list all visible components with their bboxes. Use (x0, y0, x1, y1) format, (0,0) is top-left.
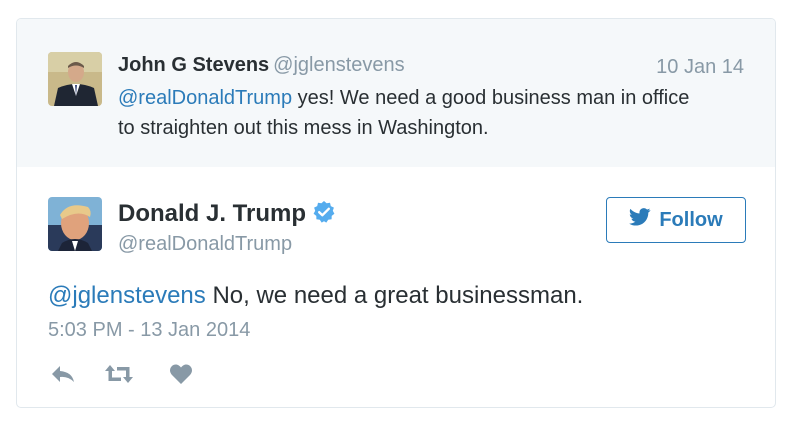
bird-icon (629, 208, 651, 232)
tweet-embed-card: John G Stevens @jglenstevens 10 Jan 14 @r… (16, 18, 776, 408)
reply-button[interactable] (48, 359, 78, 389)
main-tweet-text: @jglenstevens No, we need a great busine… (48, 281, 583, 311)
quoted-author-avatar[interactable] (48, 52, 102, 106)
quoted-tweet-date[interactable]: 10 Jan 14 (656, 54, 744, 80)
quoted-text-line2: to straighten out this mess in Washingto… (118, 117, 489, 139)
main-tweet-timestamp[interactable]: 5:03 PM - 13 Jan 2014 (48, 317, 250, 343)
portrait-avatar-icon (48, 197, 102, 251)
retweet-button[interactable] (104, 359, 134, 389)
heart-icon (170, 364, 192, 384)
main-author-handle[interactable]: @realDonaldTrump (118, 231, 292, 257)
main-tweet-body: No, we need a great businessman. (205, 282, 584, 309)
main-author-name[interactable]: Donald J. Trump (118, 200, 306, 227)
quoted-tweet-text: @realDonaldTrump yes! We need a good bus… (118, 83, 738, 143)
quoted-author-line: John G Stevens @jglenstevens (118, 52, 405, 78)
quoted-mention-link[interactable]: @realDonaldTrump (118, 87, 292, 109)
retweet-icon (105, 365, 133, 383)
follow-button[interactable]: Follow (606, 197, 746, 243)
quoted-tweet[interactable]: John G Stevens @jglenstevens 10 Jan 14 @r… (17, 19, 775, 167)
main-author-name-row: Donald J. Trump (118, 199, 336, 232)
reply-icon (52, 366, 74, 382)
quoted-author-name[interactable]: John G Stevens (118, 54, 269, 76)
follow-button-label: Follow (659, 208, 723, 231)
quoted-author-handle[interactable]: @jglenstevens (273, 54, 404, 76)
like-button[interactable] (166, 359, 196, 389)
main-author-avatar[interactable] (48, 197, 102, 251)
person-in-suit-avatar-icon (48, 52, 102, 106)
quoted-text-line1: yes! We need a good business man in offi… (292, 87, 690, 109)
verified-badge-icon (312, 200, 336, 232)
main-mention-link[interactable]: @jglenstevens (48, 282, 206, 309)
